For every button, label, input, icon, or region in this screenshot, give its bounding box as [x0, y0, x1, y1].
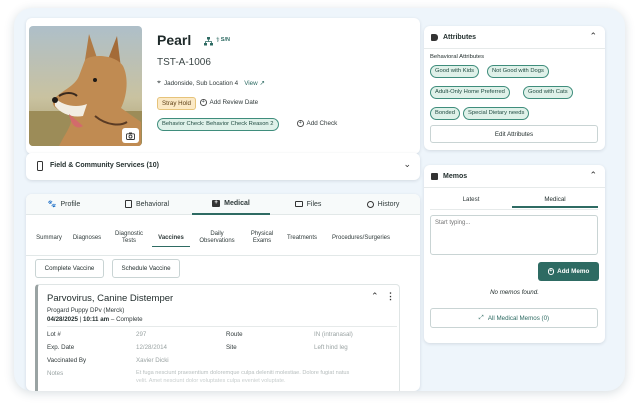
vaccine-record: Parvovirus, Canine Distemper ⌃ ⋮ Progard… [35, 284, 400, 391]
subtab-diagnoses[interactable]: Diagnoses [68, 235, 106, 242]
lot-label: Lot # [47, 331, 61, 338]
site-value: Left hind leg [314, 344, 348, 351]
memo-input[interactable] [430, 215, 598, 255]
tab-files[interactable]: Files [270, 194, 346, 214]
attribute-chip: Good with Kids [430, 65, 479, 78]
chevron-up-icon[interactable]: ⌃ [371, 291, 379, 302]
main-tabs: 🐾 Profile Behavioral + Medical Files Histo… [26, 194, 420, 215]
notes-value-line-1: Et fuga nesciunt praesentium doloremque … [136, 370, 350, 376]
chevron-down-icon: ⌄ [403, 159, 411, 169]
add-memo-button[interactable]: + Add Memo [538, 262, 599, 281]
schedule-vaccine-button[interactable]: Schedule Vaccine [112, 259, 180, 278]
notes-value-line-2: velit. Amet nesciunt dolor voluptates cu… [136, 378, 286, 384]
expand-icon: ⤢ [478, 314, 484, 321]
profile-card: Pearl ⚕ S/N TST-A-1006 ⌖ Jadonside, Sub … [26, 18, 420, 154]
tab-profile[interactable]: 🐾 Profile [26, 194, 102, 214]
camera-icon [126, 132, 135, 140]
memos-card: Memos ⌃ Latest Medical + Add Memo No mem… [424, 165, 605, 343]
attribute-chip: Special Dietary needs [463, 107, 530, 120]
exp-date-value: 12/28/2014 [136, 344, 167, 351]
add-review-date-button[interactable]: + Add Review Date [200, 99, 258, 106]
memo-tab-latest[interactable]: Latest [430, 192, 512, 208]
stray-hold-badge[interactable]: Stray Hold [157, 97, 196, 110]
sn-badge: ⚕ S/N [216, 37, 230, 44]
folder-icon [294, 201, 303, 207]
edit-attributes-button[interactable]: Edit Attributes [430, 125, 598, 143]
clipboard-icon [124, 200, 132, 208]
tab-medical[interactable]: + Medical [192, 194, 270, 215]
pet-photo [29, 26, 142, 146]
subtab-vaccines[interactable]: Vaccines [152, 235, 190, 248]
chevron-up-icon[interactable]: ⌃ [589, 31, 597, 42]
attribute-chip: Good with Cats [523, 86, 573, 99]
complete-vaccine-button[interactable]: Complete Vaccine [35, 259, 104, 278]
attribute-chip: Adult-Only Home Preferred [430, 86, 510, 99]
plus-circle-icon: + [297, 120, 304, 127]
vaccine-title: Parvovirus, Canine Distemper [47, 293, 174, 304]
all-medical-memos-button[interactable]: ⤢ All Medical Memos (0) [430, 308, 598, 328]
notes-label: Notes [47, 370, 64, 377]
medical-bag-icon: + [212, 200, 221, 207]
subtab-procedures-surgeries[interactable]: Procedures/Surgeries [326, 235, 396, 242]
app-frame: Pearl ⚕ S/N TST-A-1006 ⌖ Jadonside, Sub … [14, 8, 625, 391]
exp-date-label: Exp. Date [47, 344, 75, 351]
field-services-accordion[interactable]: Field & Community Services (10) ⌄ [26, 153, 420, 180]
paw-icon: 🐾 [47, 201, 57, 208]
subtab-summary[interactable]: Summary [32, 235, 66, 242]
route-label: Route [226, 331, 243, 338]
plus-circle-icon: + [200, 99, 207, 106]
vaccinated-by-label: Vaccinated By [47, 357, 87, 364]
plus-circle-icon: + [547, 268, 555, 275]
phone-icon [37, 161, 43, 171]
location-pin-icon: ⌖ [157, 79, 161, 86]
vaccinated-by-value: Xavier Dicki [136, 357, 169, 364]
more-vertical-icon[interactable]: ⋮ [386, 291, 395, 302]
tag-icon [431, 34, 438, 41]
subtab-daily-observations[interactable]: Daily Observations [194, 231, 240, 245]
route-value: IN (intranasal) [314, 331, 353, 338]
memos-empty-text: No memos found. [490, 289, 539, 296]
memo-icon [431, 173, 438, 180]
hierarchy-icon [204, 37, 213, 46]
tab-behavioral[interactable]: Behavioral [102, 194, 192, 214]
subtab-physical-exams[interactable]: Physical Exams [246, 231, 278, 245]
behavior-check-chip[interactable]: Behavior Check: Behavior Check Reason 2 [157, 118, 279, 131]
attribute-chip: Not Good with Dogs [487, 65, 549, 78]
location-row: ⌖ Jadonside, Sub Location 4 View ↗ [157, 79, 265, 87]
memo-tab-medical[interactable]: Medical [512, 192, 598, 208]
lot-value: 297 [136, 331, 147, 338]
chevron-up-icon[interactable]: ⌃ [589, 170, 597, 181]
neutered-icon: ⚕ [216, 37, 220, 44]
subtab-treatments[interactable]: Treatments [282, 235, 322, 242]
vaccine-date-row: 04/28/2025 | 10:11 am – Complete [47, 316, 143, 323]
pet-name: Pearl [157, 32, 192, 48]
sub-tabs: Summary Diagnoses Diagnostic Tests Vacci… [26, 216, 420, 256]
clock-icon [366, 200, 374, 208]
pet-id: TST-A-1006 [157, 57, 211, 68]
external-link-icon: ↗ [259, 79, 265, 87]
vaccine-product: Progard Puppy DPv (Merck) [47, 307, 125, 314]
camera-button[interactable] [122, 128, 139, 143]
site-label: Site [226, 344, 237, 351]
attributes-card: Attributes ⌃ Behavioral Attributes Good … [424, 26, 605, 150]
view-location-link[interactable]: View ↗ [244, 80, 265, 87]
add-check-button[interactable]: + Add Check [297, 120, 337, 127]
subtab-diagnostic-tests[interactable]: Diagnostic Tests [110, 231, 148, 245]
behavioral-attributes-label: Behavioral Attributes [430, 54, 485, 60]
attribute-chip: Bonded [430, 107, 460, 120]
records-card: 🐾 Profile Behavioral + Medical Files Histo… [26, 194, 420, 391]
tab-history[interactable]: History [346, 194, 420, 214]
